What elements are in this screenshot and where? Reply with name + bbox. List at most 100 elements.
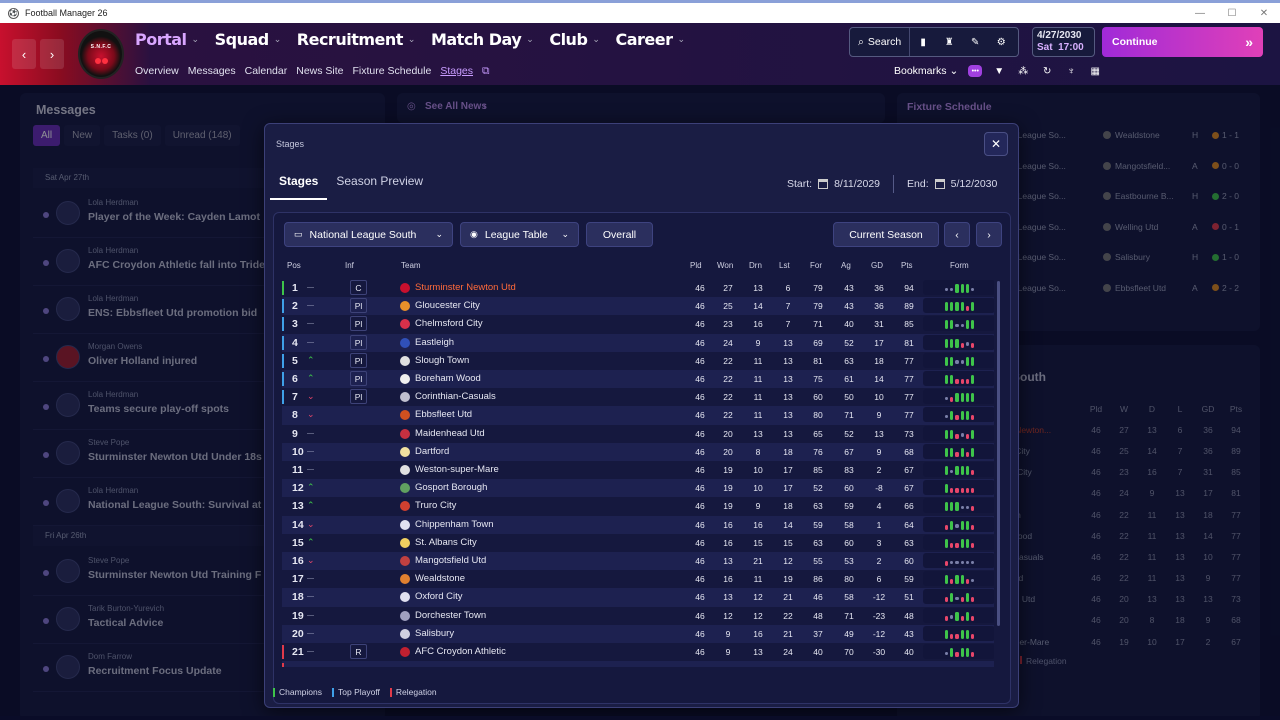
column-header-pos[interactable]: Pos (287, 261, 301, 270)
minimize-button[interactable]: — (1184, 8, 1216, 19)
team-name[interactable]: Slough Town (415, 355, 469, 366)
column-header-team[interactable]: Team (401, 261, 421, 270)
form-guide (923, 571, 994, 587)
calendar-icon[interactable]: ▦ (1088, 66, 1102, 77)
forward-arrow-icon[interactable]: › (40, 39, 64, 69)
team-name[interactable]: Salisbury (415, 628, 454, 639)
settings-gear-icon[interactable]: ⚙ (988, 37, 1014, 48)
column-header-won[interactable]: Won (717, 261, 733, 270)
table-row[interactable]: 9 — Maidenhead Utd 46 20 13 13 65 52 13 73 (282, 425, 994, 443)
table-row[interactable]: 6 ⌃ Pl Boreham Wood 46 22 11 13 75 61 14 77 (282, 370, 994, 389)
team-name[interactable]: Wealdstone (415, 573, 465, 584)
table-row[interactable]: 17— Wealdstone 46 16 11 19 86 80 6 59 (282, 570, 994, 588)
table-row[interactable]: 12 ⌃ Gosport Borough 46 19 10 17 52 60 -8 67 (282, 479, 994, 498)
refresh-icon[interactable]: ↻ (1040, 66, 1054, 77)
team-name[interactable]: Eastleigh (415, 337, 454, 348)
team-name[interactable]: Corinthian-Casuals (415, 391, 496, 402)
table-row[interactable]: 16 ⌄ Mangotsfield Utd 46 13 21 12 55 53 2 60 (282, 552, 994, 571)
team-name[interactable]: AFC Croydon Athletic (415, 646, 506, 657)
column-header-ag[interactable]: Ag (841, 261, 851, 270)
subnav-calendar[interactable]: Calendar (245, 65, 288, 78)
column-header-drn[interactable]: Drn (749, 261, 762, 270)
table-row[interactable]: 13 ⌃ Truro City 46 19 9 18 63 59 4 66 (282, 497, 994, 515)
table-row[interactable]: 7 ⌄ Pl Corinthian-Casuals 46 22 11 13 60 50 10 77 (282, 388, 994, 406)
stat-won: 16 (723, 574, 733, 585)
overall-button[interactable]: Overall (586, 222, 653, 247)
close-window-button[interactable]: ✕ (1248, 8, 1280, 19)
nav-career[interactable]: Career ⌄ (615, 30, 685, 49)
tactics-icon[interactable]: ⁂ (1016, 66, 1030, 77)
table-row[interactable]: 8 ⌄ Ebbsfleet Utd 46 22 11 13 80 71 9 77 (282, 406, 994, 425)
chat-badge-icon[interactable]: ••• (968, 65, 983, 77)
nav-match-day[interactable]: Match Day ⌄ (431, 30, 534, 49)
team-name[interactable]: Truro City (415, 500, 456, 511)
club-crest[interactable]: S.N.F.C (78, 29, 124, 79)
maximize-button[interactable]: ☐ (1216, 8, 1248, 19)
table-row[interactable]: 15 ⌃ St. Albans City 46 16 15 15 63 60 3 63 (282, 534, 994, 552)
team-name[interactable]: Weston-super-Mare (415, 464, 499, 475)
table-row[interactable]: 2 — Pl Gloucester City 46 25 14 7 79 43 36 89 (282, 297, 994, 316)
game-date[interactable]: 4/27/2030 Sat 17:00 (1032, 27, 1095, 57)
column-header-form[interactable]: Form (950, 261, 969, 270)
table-row[interactable]: 14 ⌄ Chippenham Town 46 16 16 14 59 58 1 64 (282, 515, 994, 534)
nav-club[interactable]: Club ⌄ (549, 30, 600, 49)
team-name[interactable]: Ebbsfleet Utd (415, 409, 472, 420)
notebook-icon[interactable]: ▮ (910, 37, 936, 48)
search-button[interactable]: ⌕ Search (850, 28, 911, 56)
team-name[interactable]: Chippenham Town (415, 519, 494, 530)
nav-recruitment[interactable]: Recruitment ⌄ (297, 30, 416, 49)
column-header-lst[interactable]: Lst (779, 261, 790, 270)
table-row[interactable]: 21— R AFC Croydon Athletic 46 9 13 24 40 70 -30 40 (282, 643, 994, 661)
table-row[interactable]: 11— Weston-super-Mare 46 19 10 17 85 83 2 67 (282, 461, 994, 479)
table-row[interactable]: 19— Dorchester Town 46 12 12 22 48 71 -23 48 (282, 607, 994, 625)
subnav-news-site[interactable]: News Site (296, 65, 343, 78)
team-name[interactable]: Dartford (415, 446, 449, 457)
column-header-gd[interactable]: GD (871, 261, 883, 270)
table-row[interactable]: 1 — C Sturminster Newton Utd 46 27 13 6 79 43 36 94 (282, 279, 994, 297)
table-row[interactable]: 4 — Pl Eastleigh 46 24 9 13 69 52 17 81 (282, 333, 994, 352)
close-icon[interactable]: ✕ (984, 132, 1008, 156)
column-header-pts[interactable]: Pts (901, 261, 913, 270)
team-name[interactable]: Dorchester Town (415, 610, 486, 621)
table-row[interactable]: 18— Oxford City 46 13 12 21 46 58 -12 51 (282, 588, 994, 607)
trophy-icon[interactable]: ♆ (1064, 66, 1078, 77)
next-season-button[interactable]: › (976, 222, 1002, 247)
column-header-for[interactable]: For (810, 261, 822, 270)
team-name[interactable]: Maidenhead Utd (415, 428, 485, 439)
edit-icon[interactable]: ✎ (962, 37, 988, 48)
view-dropdown[interactable]: ◉ League Table ⌄ (460, 222, 579, 247)
table-row[interactable]: 3 — Pl Chelmsford City 46 23 16 7 71 40 31 85 (282, 315, 994, 333)
shirt-icon[interactable]: ▼ (992, 66, 1006, 77)
team-name[interactable]: St. Albans City (415, 537, 477, 548)
back-arrow-icon[interactable]: ‹ (12, 39, 36, 69)
nav-portal[interactable]: Portal ⌄ (135, 30, 199, 49)
table-row[interactable]: 10— Dartford 46 20 8 18 76 67 9 68 (282, 442, 994, 461)
column-header-inf[interactable]: Inf (345, 261, 354, 270)
team-name[interactable]: Gloucester City (415, 300, 480, 311)
bookmarks-button[interactable]: Bookmarks ⌄ (894, 65, 958, 77)
trophy-cabinet-icon[interactable]: ♜ (936, 37, 962, 48)
previous-season-button[interactable]: ‹ (944, 222, 970, 247)
loss-bar (945, 524, 949, 530)
subnav-stages[interactable]: Stages (440, 65, 473, 78)
subnav-fixture-schedule[interactable]: Fixture Schedule (353, 65, 432, 78)
team-name[interactable]: Boreham Wood (415, 373, 481, 384)
table-scrollbar[interactable] (997, 281, 1000, 626)
team-name[interactable]: Mangotsfield Utd (415, 555, 486, 566)
stat-lst: 19 (783, 574, 793, 585)
table-row[interactable]: 5 ⌃ Pl Slough Town 46 22 11 13 81 63 18 77 (282, 352, 994, 370)
team-name[interactable]: Chelmsford City (415, 318, 483, 329)
subnav-messages[interactable]: Messages (188, 65, 236, 78)
nav-squad[interactable]: Squad ⌄ (215, 30, 282, 49)
team-name[interactable]: Gosport Borough (415, 482, 487, 493)
team-name[interactable]: Oxford City (415, 591, 463, 602)
tab-stages[interactable]: Stages (270, 168, 328, 200)
team-name[interactable]: Sturminster Newton Utd (415, 282, 516, 293)
subnav-overview[interactable]: Overview (135, 65, 179, 78)
continue-button[interactable]: Continue » (1102, 27, 1263, 57)
column-header-pld[interactable]: Pld (690, 261, 702, 270)
competition-dropdown[interactable]: ▭ National League South ⌄ (284, 222, 453, 247)
table-row[interactable]: 20— Salisbury 46 9 16 21 37 49 -12 43 (282, 624, 994, 643)
tab-season-preview[interactable]: Season Preview (327, 168, 432, 200)
current-season-button[interactable]: Current Season (833, 222, 939, 247)
